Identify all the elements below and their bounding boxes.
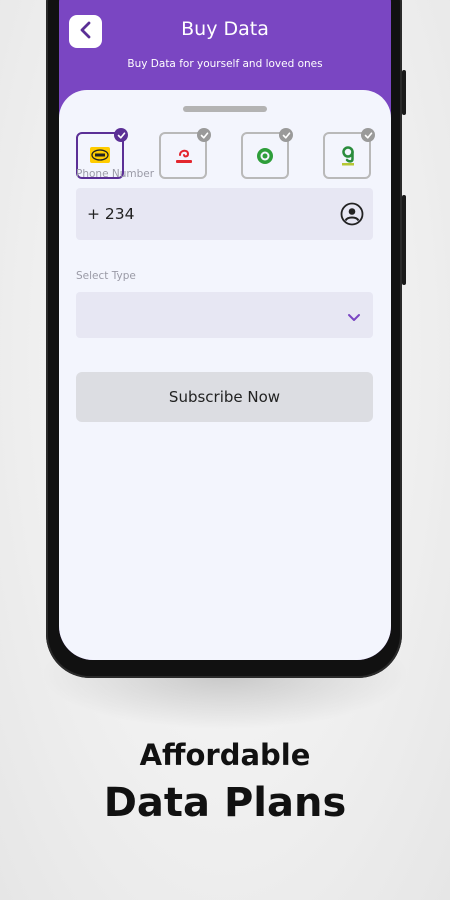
network-glo[interactable]	[241, 128, 293, 179]
9mobile-logo-icon	[339, 145, 357, 171]
network-9mobile[interactable]	[323, 128, 375, 179]
volume-button	[402, 70, 406, 115]
check-icon	[197, 128, 211, 142]
page-subtitle: Buy Data for yourself and loved ones	[127, 58, 323, 70]
check-icon	[279, 128, 293, 142]
phone-number-field[interactable]: + 234	[76, 188, 373, 240]
caption-line2: Data Plans	[103, 780, 347, 826]
airtel-logo-icon	[174, 146, 194, 170]
page-title: Buy Data	[181, 18, 269, 40]
chevron-down-icon	[347, 308, 361, 327]
phone-number-label: Phone Number	[76, 168, 155, 180]
subscribe-button[interactable]: Subscribe Now	[76, 372, 373, 422]
select-type-label: Select Type	[76, 270, 136, 282]
check-icon	[114, 128, 128, 142]
glo-logo-icon	[255, 146, 275, 170]
caption-line1: Affordable	[139, 738, 311, 772]
contact-icon[interactable]	[340, 202, 364, 230]
header: Buy Data Buy Data for yourself and loved…	[59, 0, 391, 95]
app-screen: Buy Data Buy Data for yourself and loved…	[59, 0, 391, 660]
network-airtel[interactable]	[159, 128, 211, 179]
phone-number-input[interactable]: + 234	[87, 205, 135, 223]
mtn-logo-icon	[90, 147, 110, 167]
bottom-sheet: Phone Number + 234 Select Type Subscribe…	[59, 90, 391, 660]
check-icon	[361, 128, 375, 142]
drag-handle[interactable]	[183, 106, 267, 112]
select-type-dropdown[interactable]	[76, 292, 373, 338]
power-button	[402, 195, 406, 285]
